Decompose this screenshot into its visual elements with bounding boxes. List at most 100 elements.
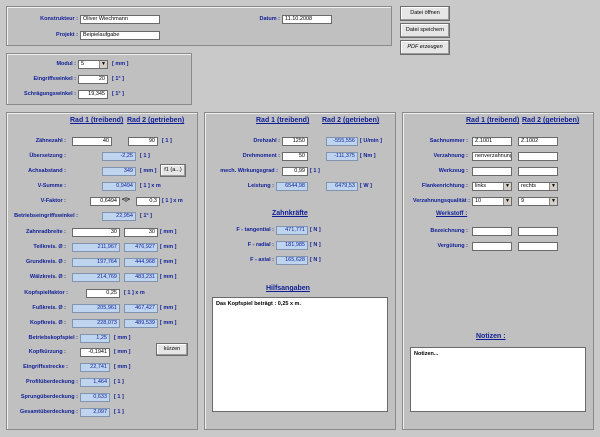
vfaktor-unit: [ 1 ] x m <box>162 198 183 204</box>
flankenrichtung-r1-value: links <box>475 183 487 189</box>
qualitaet-label: Verzahnungsqualität : <box>412 198 470 204</box>
ftangential-label: F - tangential : <box>236 227 274 233</box>
achsabstand-field[interactable]: 349 <box>102 167 136 176</box>
werkzeug-r2-field[interactable] <box>518 167 558 176</box>
sachnummer-r1-field[interactable]: Z.1001 <box>472 137 512 146</box>
qualitaet-r2-value: 9 <box>521 198 525 204</box>
eingriffswinkel-unit: [ 1° ] <box>112 76 124 82</box>
notizen-header: Notizen : <box>476 333 506 340</box>
pdf-button[interactable]: PDF erzeugen <box>400 40 450 55</box>
drive-rad2-header: Rad 2 (getrieben) <box>322 117 380 124</box>
verguetung-label: Vergütung : <box>437 243 468 249</box>
vsumme-unit: [ 1 ] x m <box>140 183 161 189</box>
profilueberdeckung-label: Profilüberdeckung : <box>26 379 78 385</box>
datum-label: Datum : <box>259 16 280 22</box>
sachnummer-label: Sachnummer : <box>429 138 468 144</box>
werkzeug-r1-field[interactable] <box>472 167 512 176</box>
kopfspielfaktor-unit: [ 1 ] x m <box>124 290 145 296</box>
rad2-header: Rad 2 (getrieben) <box>127 117 185 124</box>
gesamtueberdeckung-unit: [ 1 ] <box>114 409 124 415</box>
kopfkuerzung-field[interactable]: -0,1941 <box>80 348 110 357</box>
bezeichnung-label: Bezeichnung : <box>430 228 468 234</box>
schraegungswinkel-label: Schrägungswinkel : <box>24 91 76 97</box>
modul-unit: [ mm ] <box>112 61 129 67</box>
leistung-unit: [ W ] <box>360 183 372 189</box>
konstrukteur-field[interactable]: Oliver Wiechmann <box>80 15 160 24</box>
leistung-label: Leistung : <box>247 183 274 189</box>
sachnummer-r2-field[interactable]: Z.1002 <box>518 137 558 146</box>
fusskreis-r1-value: 205,961 <box>72 304 120 313</box>
verzahnung-r1-field[interactable]: nenverzahnung <box>472 152 512 161</box>
wirkungsgrad-field[interactable]: 0,99 <box>282 167 308 176</box>
f1-button[interactable]: f1 (a...) <box>160 164 186 177</box>
kuerzen-button[interactable]: kürzen <box>156 343 188 356</box>
konstrukteur-label: Konstrukteur : <box>40 16 78 22</box>
drehzahl-r1-field[interactable]: 1250 <box>282 137 308 146</box>
open-file-button[interactable]: Datei öffnen <box>400 6 450 21</box>
vfaktor-r2-field[interactable]: 0,3 <box>136 197 160 206</box>
chevron-down-icon: ▼ <box>503 198 511 205</box>
fradial-label: F - radial : <box>247 242 274 248</box>
fusskreis-unit: [ mm ] <box>160 305 177 311</box>
qualitaet-r1-select[interactable]: 10 ▼ <box>472 197 512 206</box>
flankenrichtung-r2-select[interactable]: rechts ▼ <box>518 182 558 191</box>
betriebseingriffswinkel-unit: [ 1° ] <box>140 213 152 219</box>
rad1-header: Rad 1 (treibend) <box>70 117 124 124</box>
zaehnezahl-r1-field[interactable]: 40 <box>72 137 112 146</box>
waelzkreis-r2-value: 483,231 <box>124 273 158 282</box>
projekt-field[interactable]: Beipielaufgabe <box>80 31 160 40</box>
zahnradbreite-r2-field[interactable]: 30 <box>124 228 158 237</box>
bezeichnung-r1-field[interactable] <box>472 227 512 236</box>
datum-field[interactable]: 11.10.2008 <box>282 15 332 24</box>
eingriffswinkel-field[interactable]: 20 <box>78 75 108 84</box>
drehmoment-r1-field[interactable]: 50 <box>282 152 308 161</box>
uebersetzung-value: -2,25 <box>102 152 136 161</box>
wirkungsgrad-unit: [ 1 ] <box>310 168 320 174</box>
kopfkreis-r1-value: 228,073 <box>72 319 120 328</box>
kopfspielfaktor-field[interactable]: 0,25 <box>86 289 120 298</box>
projekt-label: Projekt : <box>55 32 78 38</box>
notizen-textarea[interactable]: Notizen... <box>410 347 586 412</box>
grundkreis-r2-value: 444,968 <box>124 258 158 267</box>
verguetung-r1-field[interactable] <box>472 242 512 251</box>
drehzahl-label: Drehzahl : <box>253 138 280 144</box>
zaehnezahl-r2-field[interactable]: 90 <box>128 137 158 146</box>
qualitaet-r2-select[interactable]: 9 ▼ <box>518 197 558 206</box>
schraegungswinkel-field[interactable]: 19,345 <box>78 90 108 99</box>
werkstoff-header: Werkstoff : <box>436 211 468 217</box>
verguetung-r2-field[interactable] <box>518 242 558 251</box>
betriebskopfspiel-label: Betriebskopfspiel : <box>28 335 78 341</box>
chevron-down-icon: ▼ <box>99 61 107 68</box>
drehzahl-unit: [ U/min ] <box>360 138 382 144</box>
betriebseingriffswinkel-value: 22,954 <box>102 212 136 221</box>
drehmoment-r2-value: -111,375 <box>326 152 358 161</box>
modul-select[interactable]: 5 ▼ <box>78 60 108 69</box>
waelzkreis-unit: [ mm ] <box>160 274 177 280</box>
vfaktor-split-control[interactable]: <|> <box>122 197 130 203</box>
eingriffsstrecke-unit: [ mm ] <box>114 364 131 370</box>
gesamtueberdeckung-value: 2,097 <box>80 408 110 417</box>
vfaktor-r1-field[interactable]: 0,6494 <box>90 197 120 206</box>
werkzeug-label: Werkzeug : <box>438 168 468 174</box>
fradial-value: 181,985 <box>276 241 308 250</box>
flankenrichtung-r1-select[interactable]: links ▼ <box>472 182 512 191</box>
gesamtueberdeckung-label: Gesamtüberdeckung : <box>19 409 78 415</box>
flankenrichtung-r2-value: rechts <box>521 183 536 189</box>
drehzahl-r2-value: -555,556 <box>326 137 358 146</box>
vfaktor-label: V-Faktor : <box>40 198 66 204</box>
verzahnung-r2-field[interactable] <box>518 152 558 161</box>
betriebseingriffswinkel-label: Betriebseingriffswinkel : <box>14 213 78 219</box>
save-file-button[interactable]: Datei speichern <box>400 23 450 38</box>
chevron-down-icon: ▼ <box>549 183 557 190</box>
kopfkreis-r2-value: 489,539 <box>124 319 158 328</box>
zahnradbreite-r1-field[interactable]: 30 <box>72 228 120 237</box>
schraegungswinkel-unit: [ 1° ] <box>112 91 124 97</box>
bezeichnung-r2-field[interactable] <box>518 227 558 236</box>
betriebskopfspiel-value: 1,25 <box>80 334 110 343</box>
header-panel <box>6 6 392 46</box>
drehmoment-label: Drehmoment : <box>242 153 280 159</box>
uebersetzung-unit: [ 1 ] <box>140 153 150 159</box>
leistung-r1-value: 6544,98 <box>276 182 308 191</box>
qualitaet-r1-value: 10 <box>475 198 482 204</box>
production-rad1-header: Rad 1 (treibend) <box>466 117 520 124</box>
